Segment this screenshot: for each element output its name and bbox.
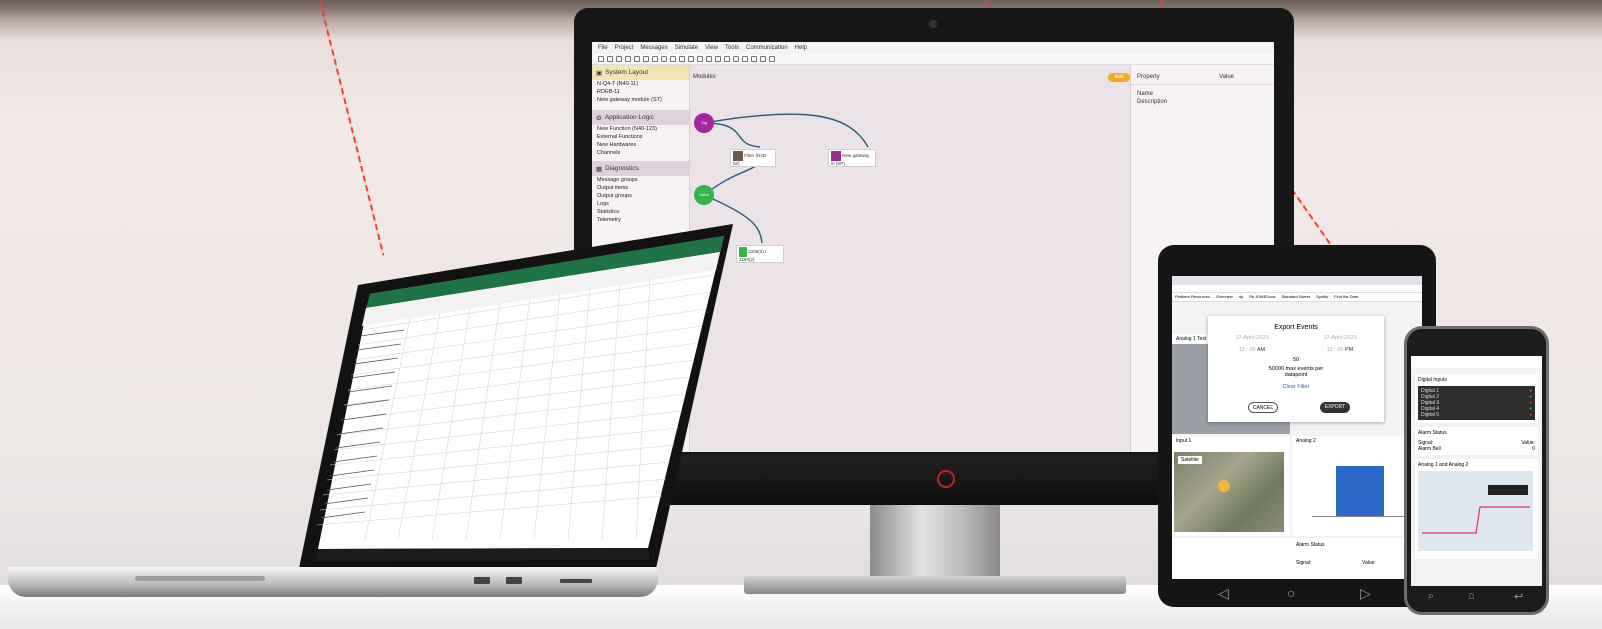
home-nav-icon[interactable]: ⌂ <box>1468 590 1475 602</box>
export-button[interactable]: EXPORT <box>1320 402 1350 413</box>
bookmark[interactable]: Platform Resources <box>1175 294 1210 300</box>
bottom-panels: Alarm Status Signal: Value: <box>1172 538 1422 579</box>
back-nav-icon[interactable]: ↩ <box>1514 590 1523 603</box>
browser-tabs <box>1172 276 1422 285</box>
location-pin-icon[interactable] <box>1218 480 1230 492</box>
tablet-screen: Platform Resources Overview dp Rb-IOWEDo… <box>1172 276 1422 579</box>
start-date-field[interactable]: 17-April-2023 <box>1235 335 1268 341</box>
bookmark[interactable]: Spotify <box>1316 294 1328 300</box>
back-nav-icon[interactable]: ◁ <box>1218 585 1229 602</box>
end-date-field[interactable]: 17-April-2023 <box>1323 335 1356 341</box>
bar-chart-panel: Analog 2 <box>1292 436 1422 536</box>
usb-port <box>506 577 522 584</box>
alarm-status-panel: Alarm Status Signal: Value: Alarm Bell 0 <box>1415 427 1538 455</box>
bookmark[interactable]: dp <box>1239 294 1243 300</box>
map-panel: Input 1 Satellite <box>1172 436 1290 536</box>
end-time-field: 12 : 00 PM <box>1326 347 1354 353</box>
start-time-field: 12 : 00 AM <box>1238 347 1266 353</box>
line-chart <box>1418 471 1533 551</box>
laptop-notch <box>135 576 265 581</box>
forward-nav-icon[interactable]: ▷ <box>1360 585 1371 602</box>
usb-port <box>474 577 490 584</box>
bookmark[interactable]: Rb-IOWEDocs <box>1249 294 1275 300</box>
bookmarks-bar: Platform Resources Overview dp Rb-IOWEDo… <box>1172 293 1422 302</box>
bar <box>1336 466 1384 516</box>
address-bar[interactable] <box>1172 285 1422 293</box>
status-bar <box>1411 356 1542 368</box>
export-events-dialog: Export Events 17-April-2023 17-April-202… <box>1208 316 1384 422</box>
digital-inputs-panel: Digital Inputs Digital 1 ● Digital 2 ● Dig… <box>1415 374 1538 423</box>
cancel-button[interactable]: CANCEL <box>1248 402 1278 413</box>
dialog-title: Export Events <box>1274 324 1318 331</box>
hdmi-port <box>560 579 592 583</box>
satellite-map[interactable]: Satellite <box>1174 452 1284 532</box>
bookmark[interactable]: Standard Sweet <box>1281 294 1309 300</box>
count-field[interactable]: 50 <box>1208 357 1384 363</box>
max-events-note: 50000 max events per datapoint <box>1268 366 1324 378</box>
x-axis <box>1312 516 1412 517</box>
home-nav-icon[interactable]: ○ <box>1287 585 1295 601</box>
search-nav-icon[interactable]: ⌕ <box>1428 590 1434 603</box>
bookmark[interactable]: Find the Date <box>1334 294 1358 300</box>
phone-screen: Digital Inputs Digital 1 ● Digital 2 ● Dig… <box>1411 356 1542 586</box>
clear-filter-link[interactable]: Clear Filter <box>1208 384 1384 390</box>
bookmark[interactable]: Overview <box>1216 294 1233 300</box>
analog-chart-panel: Analog 1 and Analog 2 <box>1415 459 1538 559</box>
